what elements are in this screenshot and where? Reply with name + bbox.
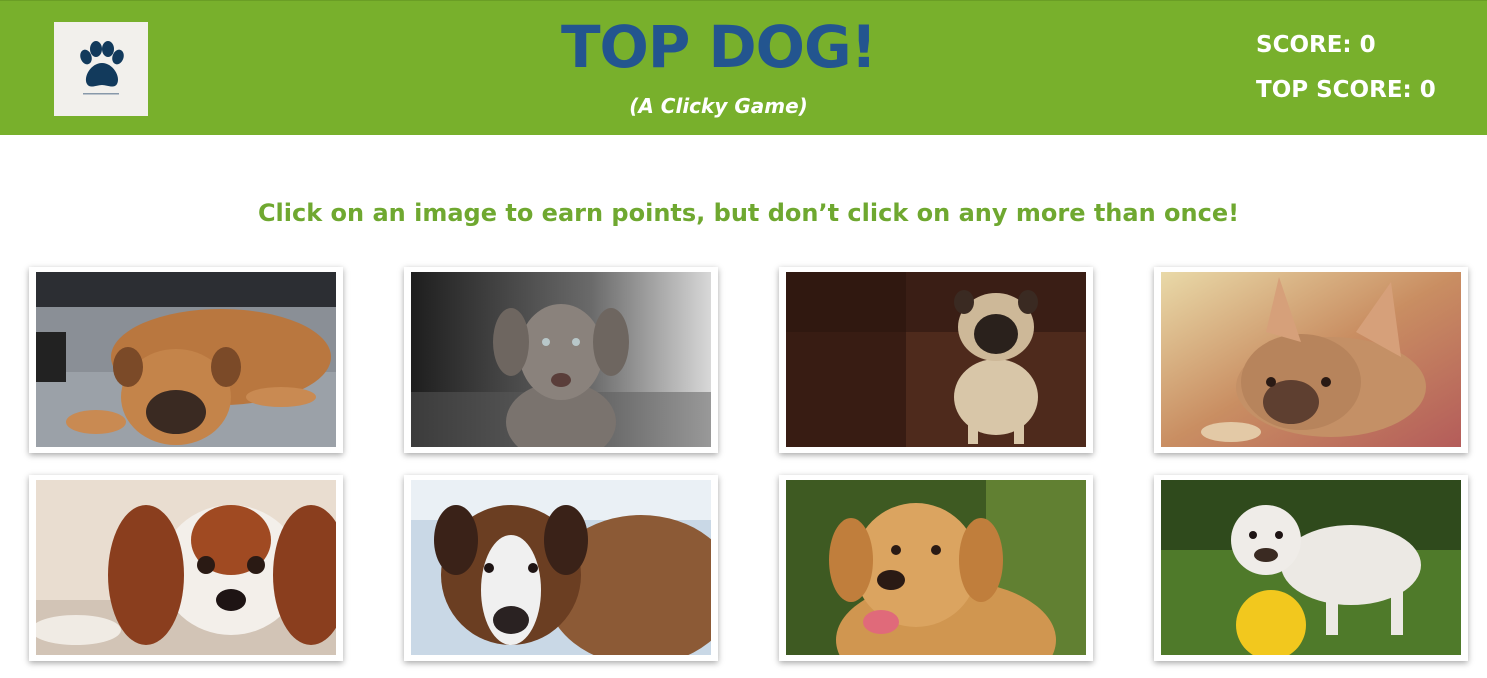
cavalier-spaniel-image[interactable] <box>36 480 336 655</box>
dog-image[interactable] <box>786 272 1086 447</box>
page-title: TOP DOG! <box>560 13 877 81</box>
dog-image[interactable] <box>786 480 1086 655</box>
saint-bernard-card[interactable] <box>404 475 718 661</box>
dog-image[interactable] <box>411 272 711 447</box>
instructions-text: Click on an image to earn points, but do… <box>257 199 1240 227</box>
cavalier-spaniel-card[interactable] <box>29 475 343 661</box>
weimaraner-puppy-card[interactable] <box>404 267 718 453</box>
weimaraner-puppy-image[interactable] <box>411 272 711 447</box>
score-display: SCORE: 0 <box>1256 32 1376 58</box>
french-bulldog-card[interactable] <box>1154 267 1468 453</box>
english-bulldog-card[interactable] <box>1154 475 1468 661</box>
pug-card[interactable] <box>779 267 1093 453</box>
french-bulldog-image[interactable] <box>1161 272 1461 447</box>
golden-retriever-image[interactable] <box>786 480 1086 655</box>
pug-image[interactable] <box>786 272 1086 447</box>
boxer-dog-card[interactable] <box>29 267 343 453</box>
boxer-dog-image[interactable] <box>36 272 336 447</box>
app-header: TOP DOG! (A Clicky Game) SCORE: 0 TOP SC… <box>0 0 1487 135</box>
dog-image[interactable] <box>36 272 336 447</box>
dog-image[interactable] <box>1161 272 1461 447</box>
english-bulldog-image[interactable] <box>1161 480 1461 655</box>
dog-image[interactable] <box>1161 480 1461 655</box>
page-subtitle: (A Clicky Game) <box>629 94 808 118</box>
golden-retriever-card[interactable] <box>779 475 1093 661</box>
dog-image[interactable] <box>411 480 711 655</box>
top-score-display: TOP SCORE: 0 <box>1256 77 1436 103</box>
saint-bernard-image[interactable] <box>411 480 711 655</box>
dog-image[interactable] <box>36 480 336 655</box>
